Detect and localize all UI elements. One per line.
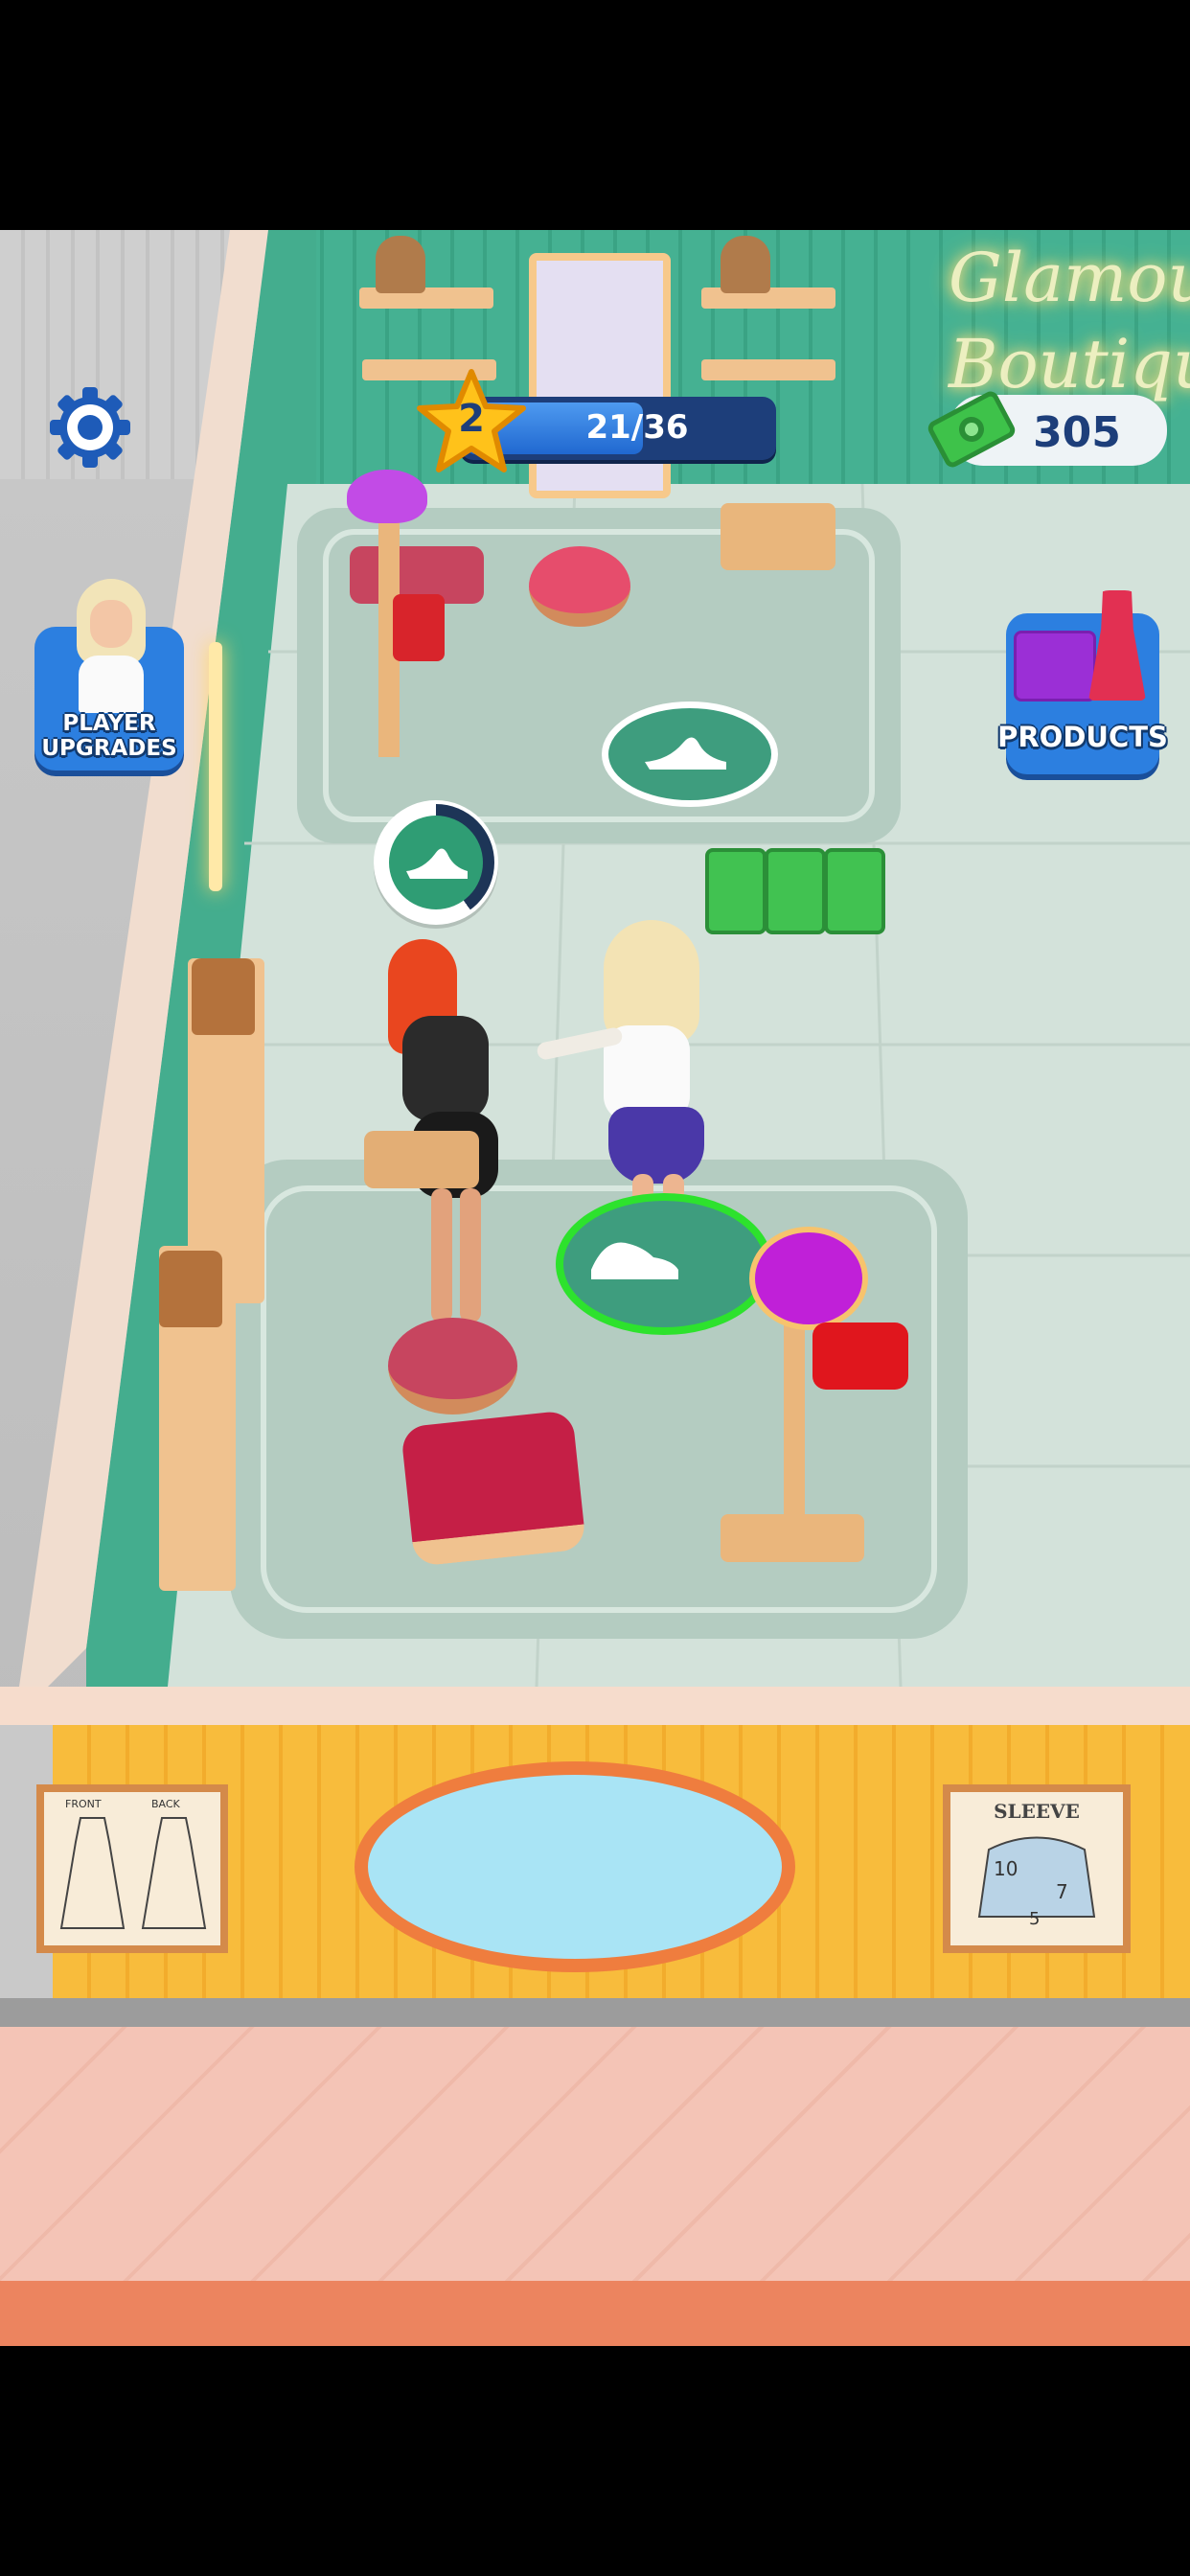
dress-chart-back-label: BACK <box>151 1798 180 1810</box>
gear-icon <box>50 387 130 468</box>
customer-request-bubble <box>374 800 498 925</box>
necklace-bust <box>721 236 770 293</box>
customer-pedestal <box>388 1318 517 1414</box>
dress-outline-icon <box>59 1817 207 1929</box>
wall-shelf <box>701 359 835 380</box>
avatar <box>73 579 149 713</box>
oval-mirror <box>355 1761 795 1972</box>
dress-pattern-chart: FRONT BACK <box>36 1784 228 1953</box>
sidewalk-edge <box>0 1998 1190 2027</box>
purple-bag-icon <box>1014 631 1096 702</box>
cash-icon <box>924 381 1019 477</box>
sleeve-chart-n1: 10 <box>994 1857 1018 1880</box>
necklace-bust <box>376 236 425 293</box>
pink-pouf <box>529 546 630 627</box>
products-button[interactable]: PRODUCTS <box>996 590 1169 778</box>
red-handbag <box>393 594 445 661</box>
street-curb <box>0 2281 1190 2346</box>
sleeve-chart-title: SLEEVE <box>994 1800 1080 1823</box>
shoe-icon <box>406 848 468 879</box>
products-label: PRODUCTS <box>997 721 1168 753</box>
player-upgrades-label-line1: PLAYER <box>62 711 156 736</box>
sleeve-pattern-chart: SLEEVE 10 7 5 <box>943 1784 1131 1953</box>
back-mirror <box>529 253 671 498</box>
street-ground <box>0 2027 1190 2286</box>
red-clutch <box>812 1322 908 1390</box>
dress-chart-front-label: FRONT <box>65 1798 102 1810</box>
level-number: 2 <box>458 397 485 441</box>
brown-bag <box>159 1251 222 1327</box>
cash-stack <box>824 848 885 934</box>
sleeve-chart-n2: 7 <box>1056 1880 1068 1903</box>
sleeve-chart-n3: 5 <box>1029 1909 1041 1929</box>
display-stand-base <box>721 1514 864 1562</box>
level-progress-text: 21/36 <box>585 408 689 447</box>
settings-button[interactable] <box>44 381 136 473</box>
player-upgrades-label-line2: UPGRADES <box>41 736 177 761</box>
shoe-icon <box>645 737 726 770</box>
pink-cushion-stool <box>400 1409 587 1568</box>
player-upgrades-button[interactable]: PLAYER UPGRADES <box>34 579 184 776</box>
neon-light-strip <box>209 642 222 891</box>
storefront-trim <box>0 1687 1190 1725</box>
brown-bag <box>192 958 255 1035</box>
sneaker-icon <box>591 1242 678 1279</box>
side-table <box>721 503 835 570</box>
neon-sign-line1: Glamou <box>949 239 1190 317</box>
cash-stack <box>765 848 826 934</box>
game-scene: Glamou Boutiqu FRONT BACK SLEEVE 10 7 5 <box>0 230 1190 2346</box>
wooden-stool <box>364 1131 479 1188</box>
level-star-badge: 2 <box>414 366 529 481</box>
purple-hat <box>749 1227 868 1330</box>
